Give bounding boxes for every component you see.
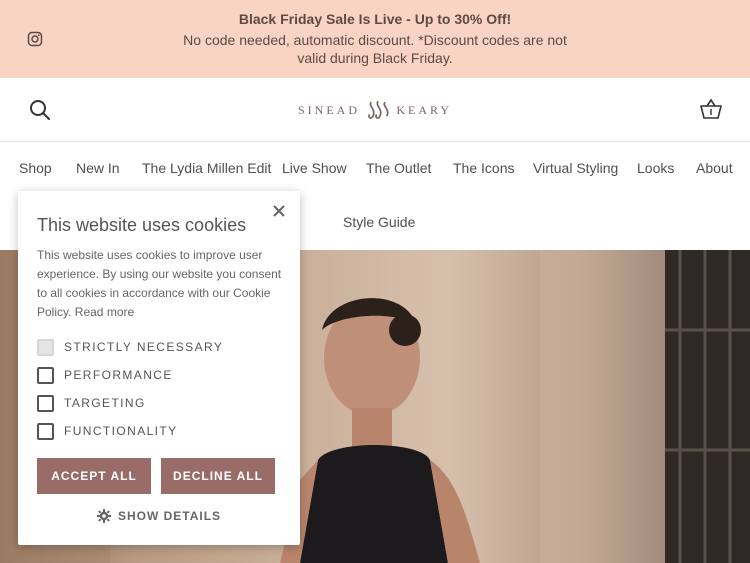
logo-text-left: SINEAD (298, 102, 360, 117)
search-icon[interactable] (29, 99, 51, 121)
nav-item-outlet[interactable]: The Outlet (366, 160, 431, 176)
gear-icon (96, 509, 111, 523)
cookie-consent-dialog: This website uses cookies This website u… (18, 191, 300, 545)
nav-item-lydia-millen-edit[interactable]: The Lydia Millen Edit (142, 160, 271, 176)
option-label: STRICTLY NECESSARY (64, 340, 224, 354)
checkbox-functionality[interactable] (37, 422, 54, 440)
cookie-option-functionality[interactable]: FUNCTIONALITY (37, 422, 178, 440)
show-details-label: SHOW DETAILS (117, 509, 222, 523)
option-label: FUNCTIONALITY (64, 424, 178, 438)
option-label: TARGETING (64, 396, 146, 410)
option-label: PERFORMANCE (64, 368, 173, 382)
instagram-icon[interactable] (27, 31, 43, 47)
checkbox-performance[interactable] (37, 366, 54, 384)
cookie-title: This website uses cookies (37, 215, 247, 235)
nav-item-new-in[interactable]: New In (76, 160, 120, 176)
nav-item-icons[interactable]: The Icons (453, 160, 514, 176)
checkbox-strictly-necessary[interactable] (37, 338, 54, 356)
nav-item-virtual-styling[interactable]: Virtual Styling (533, 160, 618, 176)
close-icon[interactable] (272, 204, 286, 218)
announcement-bar: Black Friday Sale Is Live - Up to 30% Of… (0, 0, 750, 78)
nav-item-live-show[interactable]: Live Show (282, 160, 347, 176)
announcement-body: No code needed, automatic discount. *Dis… (183, 32, 567, 66)
logo-monogram-icon (368, 100, 389, 119)
checkbox-targeting[interactable] (37, 394, 54, 412)
nav-item-shop[interactable]: Shop (19, 160, 52, 176)
nav-item-style-guide[interactable]: Style Guide (343, 214, 415, 230)
cookie-option-performance[interactable]: PERFORMANCE (37, 366, 173, 384)
cookie-option-strictly-necessary[interactable]: STRICTLY NECESSARY (37, 338, 223, 356)
accept-all-button[interactable]: ACCEPT ALL (37, 458, 151, 494)
site-header: SINEAD KEARY (0, 78, 750, 142)
basket-icon[interactable] (699, 98, 723, 120)
cookie-option-targeting[interactable]: TARGETING (37, 394, 146, 412)
cookie-description-text: This website uses cookies to improve use… (37, 248, 282, 319)
nav-item-looks[interactable]: Looks (637, 160, 674, 176)
logo[interactable]: SINEAD KEARY (298, 96, 452, 124)
decline-all-button[interactable]: DECLINE ALL (161, 458, 275, 494)
cookie-description: This website uses cookies to improve use… (37, 246, 283, 322)
read-more-link[interactable]: Read more (75, 305, 134, 319)
announcement-title: Black Friday Sale Is Live - Up to 30% Of… (238, 11, 512, 27)
show-details-button[interactable]: SHOW DETAILS (18, 509, 300, 523)
logo-text-right: KEARY (396, 102, 452, 117)
nav-item-about[interactable]: About (696, 160, 733, 176)
